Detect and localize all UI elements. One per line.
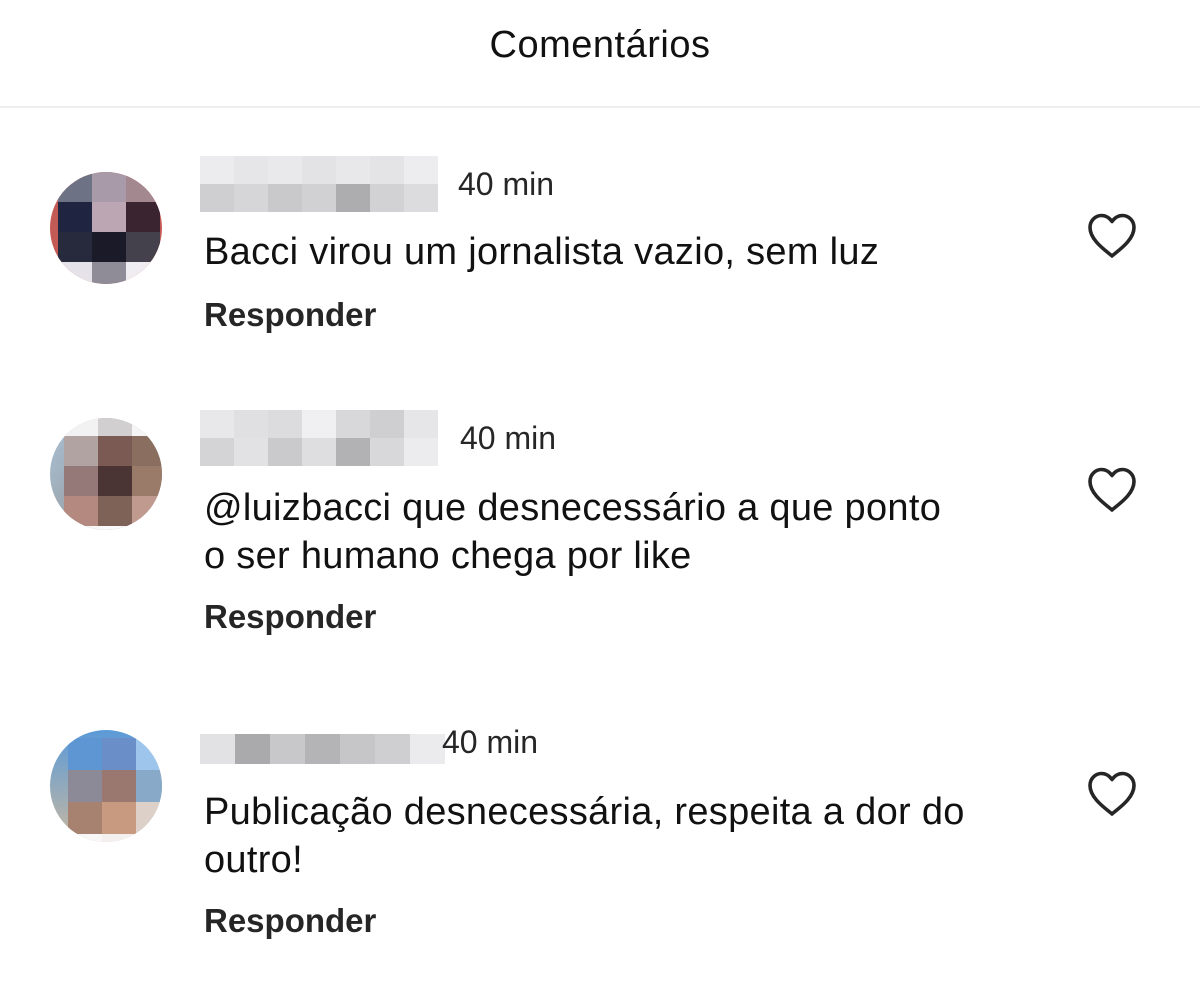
comment-timestamp: 40 min [442, 724, 539, 760]
avatar[interactable] [50, 172, 162, 284]
avatar[interactable] [50, 418, 162, 530]
comment-text: Publicação desnecessária, respeita a dor… [204, 791, 965, 881]
comments-header: Comentários [0, 0, 1200, 108]
comments-sheet: Comentários 40 min Bacci virou um jornal… [0, 0, 1200, 988]
reply-button[interactable]: Responder [204, 598, 376, 636]
reply-button[interactable]: Responder [204, 296, 376, 334]
comment-text: @luizbacci que desnecessário a que ponto… [204, 487, 942, 577]
comment-timestamp: 40 min [460, 420, 557, 456]
comment-timestamp: 40 min [458, 166, 555, 202]
heart-outline-icon[interactable] [1086, 770, 1138, 818]
username-redacted[interactable] [200, 156, 438, 212]
username-redacted[interactable] [200, 734, 445, 764]
reply-button[interactable]: Responder [204, 902, 376, 940]
avatar[interactable] [50, 730, 162, 842]
page-title: Comentários [489, 23, 711, 66]
heart-outline-icon[interactable] [1086, 466, 1138, 514]
comment-text: Bacci virou um jornalista vazio, sem luz [204, 231, 880, 273]
username-redacted[interactable] [200, 410, 438, 466]
heart-outline-icon[interactable] [1086, 212, 1138, 260]
